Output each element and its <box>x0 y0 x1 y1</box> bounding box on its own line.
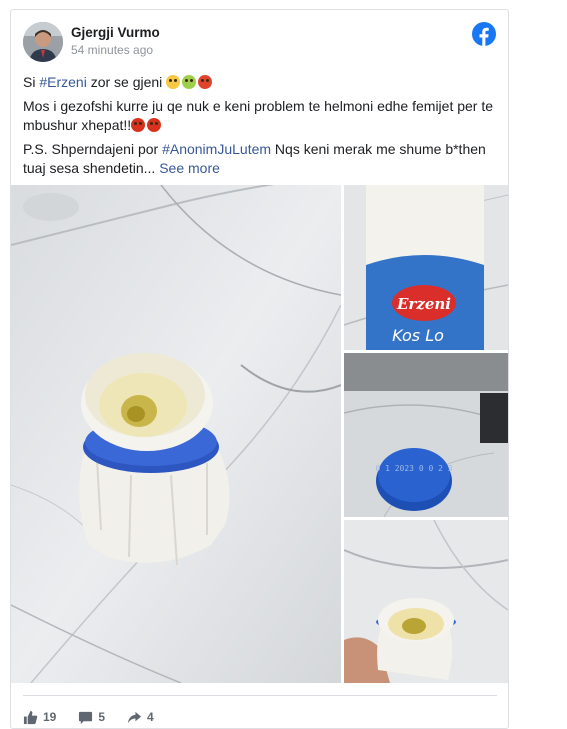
nauseated-face-emoji-icon <box>182 75 197 89</box>
flushed-face-emoji-icon <box>166 75 181 89</box>
cursing-face-emoji-icon <box>131 118 146 132</box>
post-line-1: Si #Erzeni zor se gjeni <box>23 73 503 92</box>
engagement-stats: 19 5 4 <box>23 707 154 727</box>
text-fragment: Mos i gezofshi kurre ju qe nuk e keni pr… <box>23 98 494 133</box>
likes-count[interactable]: 19 <box>23 710 56 725</box>
hashtag-anonimjulutem[interactable]: #AnonimJuLutem <box>162 141 271 157</box>
shares-count[interactable]: 4 <box>127 710 154 725</box>
cap-date-text: 0 1 2023 0 0 2 3 <box>375 464 452 473</box>
post-line-3: P.S. Shperndajeni por #AnonimJuLutem Nqs… <box>23 140 503 178</box>
facebook-post-card: Gjergji Vurmo 54 minutes ago Si #Erzeni … <box>10 9 509 729</box>
photo-bottle-cap[interactable]: 0 1 2023 0 0 2 3 <box>344 353 508 517</box>
post-timestamp[interactable]: 54 minutes ago <box>71 43 153 57</box>
text-fragment: zor se gjeni <box>86 74 167 90</box>
share-arrow-icon <box>127 711 142 723</box>
author-avatar[interactable] <box>23 22 63 62</box>
post-line-2: Mos i gezofshi kurre ju qe nuk e keni pr… <box>23 97 503 135</box>
likes-value: 19 <box>43 710 57 724</box>
bottle-brand-text: Erzeni <box>396 295 451 313</box>
text-fragment: P.S. Shperndajeni por <box>23 141 163 157</box>
photo-main[interactable] <box>11 185 341 683</box>
cursing-face-emoji-icon <box>147 118 162 132</box>
angry-face-emoji-icon <box>198 75 213 89</box>
hashtag-erzeni[interactable]: #Erzeni <box>39 74 86 90</box>
post-text: Si #Erzeni zor se gjeni Mos i gezofshi k… <box>23 73 503 183</box>
ellipsis: ... <box>143 160 160 176</box>
footer-divider <box>23 695 497 696</box>
shares-value: 4 <box>147 710 154 724</box>
author-name[interactable]: Gjergji Vurmo <box>71 25 160 40</box>
facebook-logo-icon[interactable] <box>472 22 496 46</box>
see-more-link[interactable]: See more <box>159 160 220 176</box>
bottle-product-text: Kos Lo <box>392 326 444 345</box>
photo-hand-bottle[interactable] <box>344 520 508 683</box>
comment-bubble-icon <box>79 711 93 724</box>
comments-count[interactable]: 5 <box>78 710 105 725</box>
photo-grid: Erzeni Kos Lo 0 1 2023 0 0 2 3 <box>11 185 508 683</box>
text-fragment: Si <box>23 74 40 90</box>
photo-bottle-label[interactable]: Erzeni Kos Lo <box>344 185 508 350</box>
thumbs-up-icon <box>23 710 38 724</box>
comments-value: 5 <box>98 710 106 724</box>
